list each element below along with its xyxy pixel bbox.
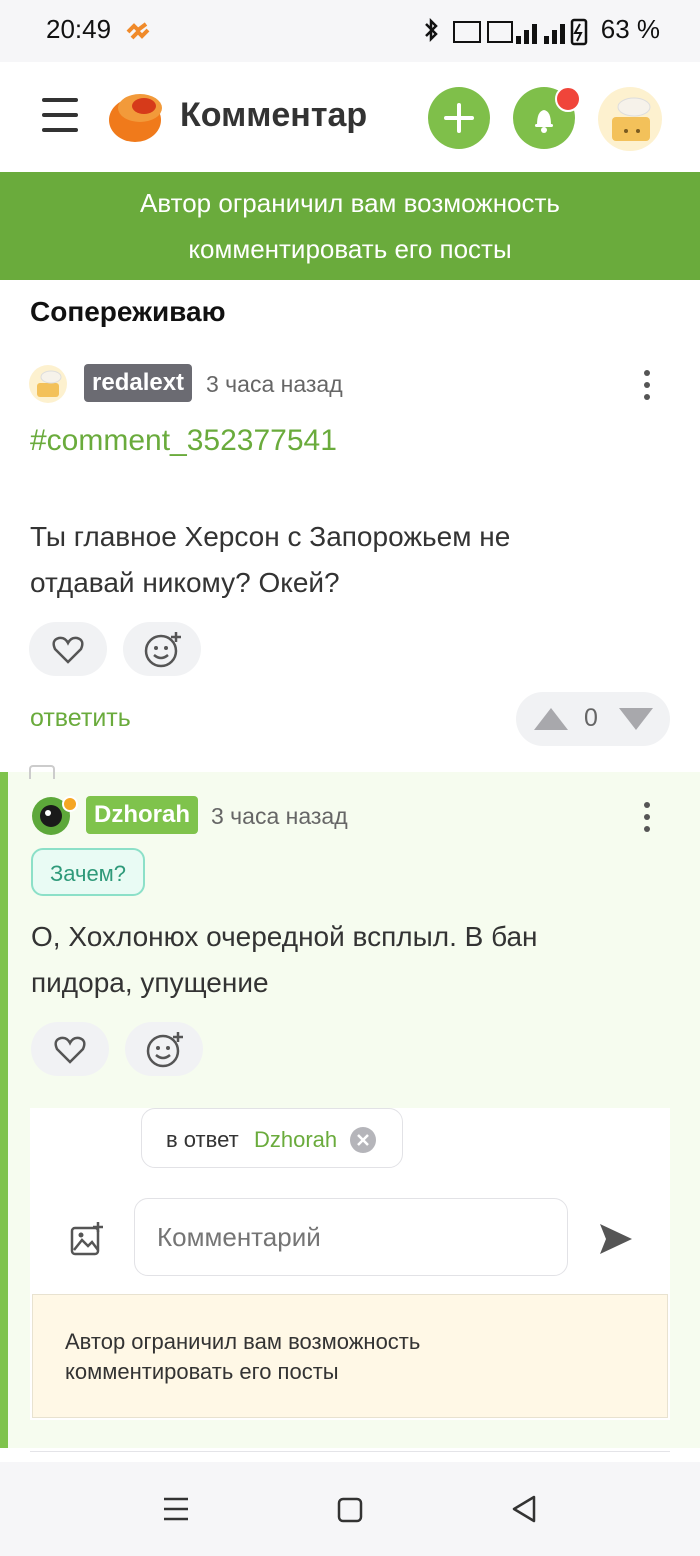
reply-link[interactable]: ответить [30,704,131,733]
app-title: Комментар [180,96,368,134]
rating-value: 0 [584,704,598,732]
add-emoji-icon [146,1032,183,1068]
close-icon[interactable] [349,1126,377,1154]
comment-time: 3 часа назад [206,371,343,397]
react-button[interactable] [123,622,201,676]
profile-avatar[interactable] [598,87,662,151]
thread-branch-line [0,772,8,1448]
heart-icon [54,1036,86,1064]
reply-to-chip: в ответ Dzhorah [141,1108,403,1168]
comment-blocked-notice: Автор ограничил вам возможность комменти… [32,1294,668,1418]
divider [30,1451,670,1452]
home-icon[interactable] [336,1496,364,1524]
status-time: 20:49 [46,14,112,44]
blocked-line-2: комментировать его посты [65,1359,339,1384]
restriction-toast: Автор ограничил вам возможность комменти… [0,172,700,280]
comment-username[interactable]: Dzhorah [86,796,198,834]
react-button[interactable] [125,1022,203,1076]
signal-icons [425,18,588,46]
comment-link[interactable]: #comment_352377541 [30,424,337,458]
collapse-toggle[interactable] [29,765,55,779]
battery-percent: 63 % [600,14,660,44]
like-button[interactable] [29,622,107,676]
recent-apps-icon[interactable] [162,1496,190,1522]
post-title: Сопереживаю [30,296,226,327]
app-logo-icon [109,94,162,142]
add-image-icon[interactable] [68,1220,106,1258]
comment-text-line-1: Ты главное Херсон с Запорожьем не [30,521,511,552]
heart-icon [52,636,84,664]
comment-more-button[interactable] [644,370,650,406]
comment-input[interactable] [134,1198,568,1276]
notification-dot [555,86,581,112]
like-button[interactable] [31,1022,109,1076]
comment-avatar[interactable] [29,365,67,403]
back-icon[interactable] [510,1494,538,1524]
comment-time: 3 часа назад [211,803,348,829]
send-icon[interactable] [598,1222,634,1256]
create-post-button[interactable] [428,87,490,149]
comment-tag[interactable]: Зачем? [31,848,145,896]
plus-icon [444,103,474,133]
add-emoji-icon [144,632,181,668]
online-status-dot [62,796,78,812]
comment-text-line-1: О, Хохлонюх очередной всплыл. В бан [31,921,538,952]
menu-button[interactable] [42,98,78,138]
toast-line-2: комментировать его посты [188,234,512,264]
comment-username[interactable]: redalext [84,364,193,402]
blocked-line-1: Автор ограничил вам возможность [65,1329,421,1354]
toast-line-1: Автор ограничил вам возможность [140,188,560,218]
reply-to-user: Dzhorah [254,1127,338,1152]
upvote-icon[interactable] [532,706,570,732]
reply-to-prefix: в ответ [166,1127,239,1152]
comment-text-line-2: пидора, упущение [31,967,269,998]
comment-more-button[interactable] [644,802,650,838]
downvote-icon[interactable] [617,706,655,732]
app-notification-icon [126,22,150,40]
comment-text-line-2: отдавай никому? Окей? [30,567,340,598]
